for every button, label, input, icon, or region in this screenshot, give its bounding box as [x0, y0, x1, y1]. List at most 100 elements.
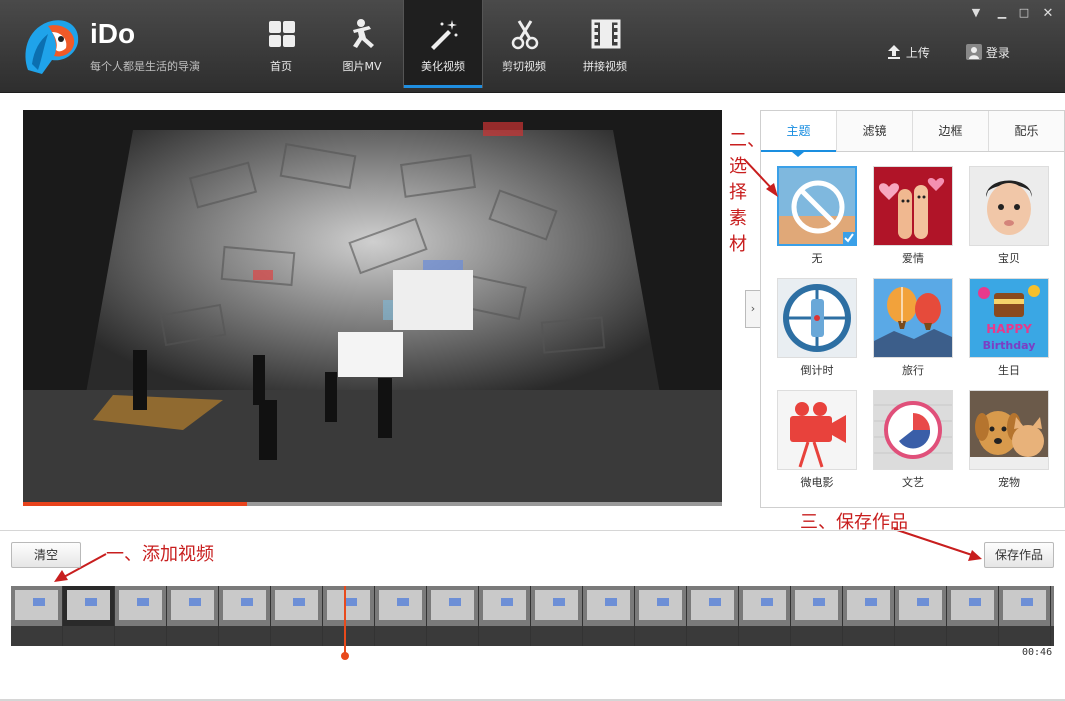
theme-thumb — [873, 278, 953, 358]
theme-tile-love[interactable]: 爱情 — [873, 166, 953, 266]
magic-wand-icon — [428, 18, 460, 50]
annotation-arrow-step2 — [740, 155, 785, 203]
theme-label: 宠物 — [969, 474, 1049, 490]
filmstrip-frame — [219, 586, 270, 646]
movie-camera-icon — [778, 391, 856, 469]
theme-label: 宝贝 — [969, 250, 1049, 266]
upload-button[interactable]: 上传 — [886, 44, 930, 61]
filmstrip-frame — [271, 586, 322, 646]
upload-icon — [886, 44, 902, 60]
login-button[interactable]: 登录 — [966, 44, 1010, 61]
playhead-handle[interactable] — [341, 652, 349, 660]
theme-tile-pet[interactable]: 宠物 — [969, 390, 1049, 490]
login-label: 登录 — [986, 46, 1010, 60]
collapse-panel-button[interactable]: › — [745, 290, 761, 328]
filmstrip-frame — [1051, 586, 1054, 646]
tab-theme[interactable]: 主题 — [761, 111, 837, 151]
annotation-step1: 一、添加视频 — [106, 540, 214, 566]
filmstrip-frame — [895, 586, 946, 646]
timeline-filmstrip[interactable] — [11, 586, 1054, 646]
theme-label: 生日 — [969, 362, 1049, 378]
menu-dropdown-icon[interactable]: ▼ — [968, 6, 984, 19]
filmstrip-frame — [115, 586, 166, 646]
none-icon — [779, 168, 857, 246]
filmstrip-frame — [739, 586, 790, 646]
balloon-thumbnail-icon — [874, 279, 952, 357]
theme-tile-literary[interactable]: 文艺 — [873, 390, 953, 490]
nav-label: 剪切视频 — [485, 58, 563, 74]
nav-home[interactable]: 首页 — [242, 0, 320, 88]
svg-text:Birthday: Birthday — [983, 339, 1036, 352]
nav-cut-video[interactable]: 剪切视频 — [485, 0, 563, 88]
save-work-button[interactable]: 保存作品 — [984, 542, 1054, 568]
material-panel: 主题 滤镜 边框 配乐 无 — [760, 110, 1065, 508]
minimize-icon[interactable]: ▁ — [994, 6, 1010, 19]
close-icon[interactable]: ✕ — [1040, 6, 1056, 21]
theme-label: 旅行 — [873, 362, 953, 378]
nav-label: 拼接视频 — [566, 58, 644, 74]
filmstrip-frame — [11, 586, 62, 646]
nav-label: 首页 — [242, 58, 320, 74]
birthday-thumbnail-icon: HAPPY Birthday — [970, 279, 1048, 357]
nav-beautify-video[interactable]: 美化视频 — [403, 0, 483, 88]
section-divider — [0, 530, 1065, 531]
countdown-thumbnail-icon — [778, 279, 856, 357]
filmstrip-frame — [687, 586, 738, 646]
theme-tile-travel[interactable]: 旅行 — [873, 278, 953, 378]
title-bar: iDo 每个人都是生活的导演 首页 图片MV 美化视频 — [0, 0, 1065, 93]
tab-filter[interactable]: 滤镜 — [837, 111, 913, 151]
theme-label: 爱情 — [873, 250, 953, 266]
filmstrip-frame — [999, 586, 1050, 646]
theme-label: 倒计时 — [777, 362, 857, 378]
app-slogan: 每个人都是生活的导演 — [90, 58, 200, 74]
film-icon — [590, 18, 622, 50]
clear-button[interactable]: 清空 — [11, 542, 81, 568]
chevron-right-icon: › — [751, 302, 755, 315]
svg-text:HAPPY: HAPPY — [986, 322, 1032, 336]
theme-tile-baby[interactable]: 宝贝 — [969, 166, 1049, 266]
video-preview[interactable] — [23, 110, 722, 502]
filmstrip-frame — [63, 586, 114, 646]
timeline-playhead[interactable] — [344, 586, 346, 656]
filmstrip-frame — [531, 586, 582, 646]
baby-thumbnail-icon — [970, 167, 1048, 245]
literary-thumbnail-icon — [874, 391, 952, 469]
filmstrip-frame — [479, 586, 530, 646]
material-tabs: 主题 滤镜 边框 配乐 — [761, 111, 1064, 152]
theme-tile-none[interactable]: 无 — [777, 166, 857, 266]
nav-join-video[interactable]: 拼接视频 — [566, 0, 644, 88]
filmstrip-frame — [843, 586, 894, 646]
theme-tile-countdown[interactable]: 倒计时 — [777, 278, 857, 378]
theme-thumb — [777, 166, 857, 246]
nav-photo-mv[interactable]: 图片MV — [323, 0, 401, 88]
filmstrip-frame — [791, 586, 842, 646]
dancer-icon — [347, 18, 379, 50]
filmstrip-frame — [167, 586, 218, 646]
filmstrip-frame — [583, 586, 634, 646]
parrot-logo-icon — [18, 14, 86, 76]
theme-label: 无 — [777, 250, 857, 266]
tab-border[interactable]: 边框 — [913, 111, 989, 151]
nav-label: 美化视频 — [404, 58, 482, 74]
video-progress-bar[interactable] — [23, 502, 722, 506]
nav-label: 图片MV — [323, 58, 401, 74]
filmstrip-frame — [635, 586, 686, 646]
theme-thumb — [969, 166, 1049, 246]
theme-tile-birthday[interactable]: HAPPY Birthday 生日 — [969, 278, 1049, 378]
video-progress-fill — [23, 502, 247, 506]
filmstrip-frame — [427, 586, 478, 646]
tab-music[interactable]: 配乐 — [989, 111, 1064, 151]
filmstrip-frame — [323, 586, 374, 646]
love-thumbnail-icon — [874, 167, 952, 245]
maximize-icon[interactable]: □ — [1016, 6, 1032, 19]
theme-thumb — [777, 390, 857, 470]
theme-thumb — [777, 278, 857, 358]
timeline-duration: 00:46 — [1022, 647, 1052, 658]
theme-thumb: HAPPY Birthday — [969, 278, 1049, 358]
theme-tile-micro-film[interactable]: 微电影 — [777, 390, 857, 490]
theme-thumb — [873, 390, 953, 470]
user-icon — [966, 44, 982, 60]
pet-thumbnail-icon — [970, 391, 1048, 469]
theme-thumb — [969, 390, 1049, 470]
filmstrip-frame — [947, 586, 998, 646]
